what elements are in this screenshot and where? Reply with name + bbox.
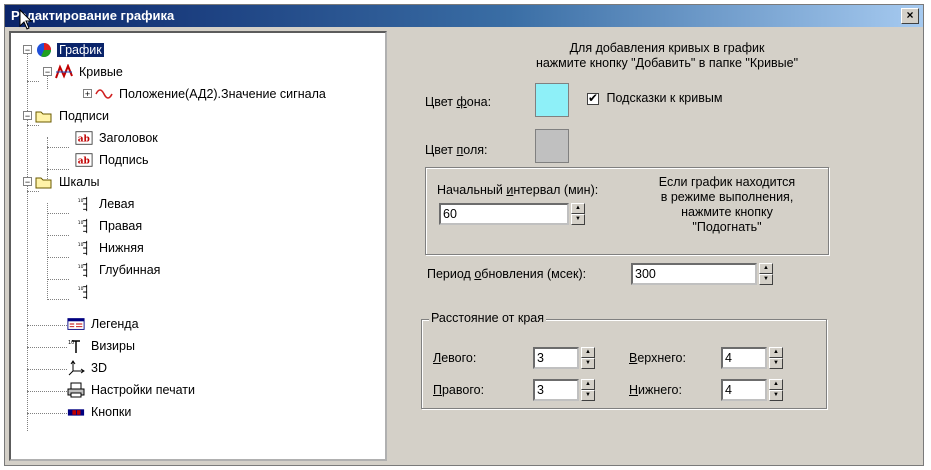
tree-label-caption-title: Заголовок bbox=[99, 131, 158, 145]
period-input[interactable]: 300 bbox=[631, 263, 757, 285]
interval-note: Если график находится в режиме выполнени… bbox=[658, 175, 796, 234]
left-margin-label: Левого: bbox=[433, 351, 477, 365]
folder-icon bbox=[35, 177, 52, 189]
top-margin-label: Верхнего: bbox=[629, 351, 686, 365]
tree-item-scale-left[interactable]: 10 Левая bbox=[75, 195, 136, 213]
tree-label-caption-sign: Подпись bbox=[99, 153, 149, 167]
tree-item-scale-bottom[interactable]: 10 Нижняя bbox=[75, 239, 146, 257]
sine-wave-icon bbox=[95, 89, 113, 99]
tree-item-buttons[interactable]: Кнопки bbox=[67, 403, 133, 421]
bottom-margin-spinner[interactable]: ▲ ▼ bbox=[769, 379, 783, 401]
add-curves-hint: Для добавления кривых в график нажмите к… bbox=[535, 41, 799, 70]
field-color-swatch[interactable] bbox=[535, 129, 569, 163]
period-spinner[interactable]: ▲ ▼ bbox=[759, 263, 773, 285]
tree-label-buttons: Кнопки bbox=[91, 405, 132, 419]
bg-color-swatch[interactable] bbox=[535, 83, 569, 117]
tree-item-curve-signal[interactable]: Положение(АД2).Значение сигнала bbox=[95, 85, 328, 103]
tree-item-3d[interactable]: 3D bbox=[67, 359, 109, 377]
interval-label: Начальный интервал (мин): bbox=[437, 183, 599, 197]
scale-icon: 10 bbox=[78, 262, 88, 278]
tree-item-scale-extra[interactable]: 10 bbox=[75, 283, 93, 301]
legend-icon bbox=[67, 318, 85, 330]
text-label-icon: ab bbox=[75, 153, 93, 167]
svg-text:10: 10 bbox=[78, 220, 84, 226]
tree-label-scale-right: Правая bbox=[99, 219, 143, 233]
scale-icon: 10 bbox=[78, 240, 88, 256]
tree-label-scale-bottom: Нижняя bbox=[99, 241, 144, 255]
scale-icon: 10 bbox=[78, 284, 88, 300]
sight-icon: 10 bbox=[68, 340, 80, 353]
scale-icon: 10 bbox=[78, 196, 88, 212]
tree-label-print: Настройки печати bbox=[91, 383, 195, 397]
margins-group-title: Расстояние от края bbox=[429, 311, 547, 325]
interval-input[interactable]: 60 bbox=[439, 203, 569, 225]
collapse-captions-toggle[interactable]: − bbox=[23, 111, 32, 121]
bg-color-label: Цвет фона: bbox=[425, 95, 492, 109]
svg-text:10: 10 bbox=[78, 242, 84, 248]
tree-item-captions[interactable]: Подписи bbox=[35, 107, 111, 125]
collapse-root-toggle[interactable]: − bbox=[23, 45, 32, 55]
curves-icon bbox=[55, 64, 73, 79]
top-margin-input[interactable]: 4 bbox=[721, 347, 767, 369]
tree-item-caption-sign[interactable]: ab Подпись bbox=[75, 151, 150, 169]
tree-item-sights[interactable]: 10 Визиры bbox=[67, 337, 137, 355]
chart-editor-window: Редактирование графика × − График − Крив… bbox=[4, 4, 924, 466]
svg-text:10: 10 bbox=[78, 198, 84, 204]
field-color-label: Цвет поля: bbox=[425, 143, 488, 157]
top-margin-spinner[interactable]: ▲ ▼ bbox=[769, 347, 783, 369]
left-margin-spinner[interactable]: ▲ ▼ bbox=[581, 347, 595, 369]
printer-icon bbox=[67, 382, 85, 398]
right-margin-label: Правого: bbox=[433, 383, 485, 397]
tree-item-scale-depth[interactable]: 10 Глубинная bbox=[75, 261, 162, 279]
left-margin-input[interactable]: 3 bbox=[533, 347, 579, 369]
tree-label-chart: График bbox=[57, 43, 104, 57]
scale-icon: 10 bbox=[78, 218, 88, 234]
tree-item-chart[interactable]: График bbox=[35, 41, 104, 59]
tree-label-scale-left: Левая bbox=[99, 197, 135, 211]
folder-icon bbox=[35, 111, 52, 123]
right-margin-spinner[interactable]: ▲ ▼ bbox=[581, 379, 595, 401]
bottom-margin-label: Нижнего: bbox=[629, 383, 682, 397]
svg-text:10: 10 bbox=[68, 340, 74, 346]
tree-label-scales: Шкалы bbox=[59, 175, 100, 189]
curve-hints-option[interactable]: Подсказки к кривым bbox=[587, 91, 722, 105]
tree-label-scale-depth: Глубинная bbox=[99, 263, 161, 277]
tree-item-legend[interactable]: Легенда bbox=[67, 315, 141, 333]
properties-panel: Для добавления кривых в график нажмите к… bbox=[397, 31, 917, 461]
right-margin-input[interactable]: 3 bbox=[533, 379, 579, 401]
svg-text:ab: ab bbox=[78, 157, 90, 167]
collapse-curves-toggle[interactable]: − bbox=[43, 67, 52, 77]
tree-label-legend: Легенда bbox=[91, 317, 139, 331]
tree-label-3d: 3D bbox=[91, 361, 107, 375]
mouse-cursor-icon bbox=[19, 9, 33, 30]
pie-chart-icon bbox=[37, 43, 51, 57]
tree-item-curves[interactable]: Кривые bbox=[55, 63, 125, 81]
tree-label-curves: Кривые bbox=[79, 65, 123, 79]
title-bar[interactable]: Редактирование графика × bbox=[5, 5, 923, 27]
svg-text:10: 10 bbox=[78, 286, 84, 292]
window-title: Редактирование графика bbox=[11, 8, 175, 23]
tree-label-captions: Подписи bbox=[59, 109, 109, 123]
collapse-scales-toggle[interactable]: − bbox=[23, 177, 32, 187]
text-label-icon: ab bbox=[75, 131, 93, 145]
close-button[interactable]: × bbox=[901, 8, 919, 24]
tree-item-print[interactable]: Настройки печати bbox=[67, 381, 197, 399]
tree-label-sights: Визиры bbox=[91, 339, 135, 353]
tree-item-scales[interactable]: Шкалы bbox=[35, 173, 101, 191]
interval-spinner[interactable]: ▲ ▼ bbox=[571, 203, 585, 225]
svg-text:10: 10 bbox=[78, 264, 84, 270]
axes-3d-icon bbox=[68, 360, 85, 376]
svg-text:ab: ab bbox=[78, 135, 90, 145]
tree-item-scale-right[interactable]: 10 Правая bbox=[75, 217, 144, 235]
tree-item-caption-title[interactable]: ab Заголовок bbox=[75, 129, 160, 147]
curve-hints-checkbox[interactable] bbox=[587, 91, 599, 105]
buttons-icon bbox=[67, 409, 85, 416]
bottom-margin-input[interactable]: 4 bbox=[721, 379, 767, 401]
period-label: Период обновления (мсек): bbox=[427, 267, 587, 281]
settings-tree[interactable]: − График − Кривые + Положение(АД2).Значе… bbox=[9, 31, 387, 461]
tree-label-curve-signal: Положение(АД2).Значение сигнала bbox=[119, 87, 326, 101]
expand-curve-item-toggle[interactable]: + bbox=[83, 89, 92, 99]
